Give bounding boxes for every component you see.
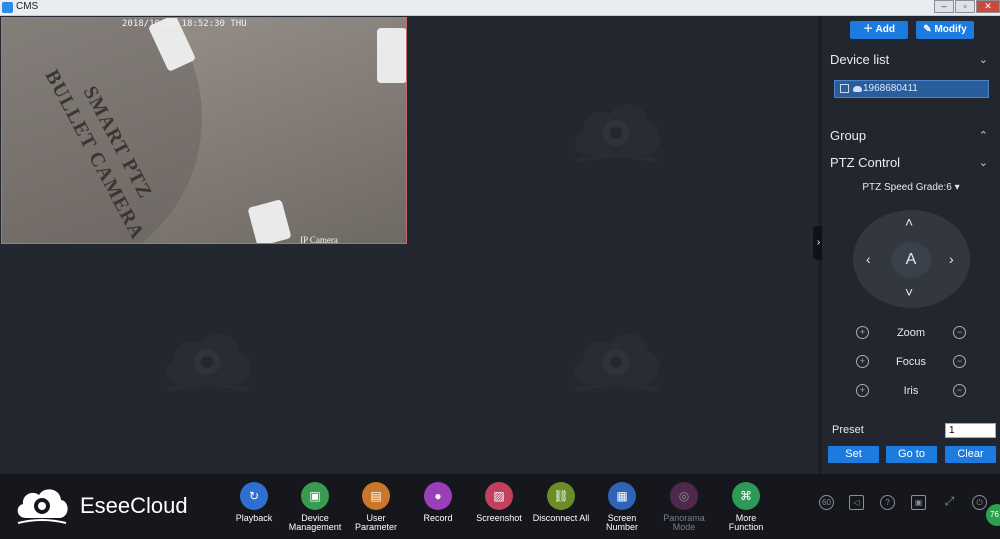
video-cell-2[interactable] — [410, 17, 816, 244]
caret-down-icon: ▾ — [954, 182, 960, 193]
eseecloud-watermark-icon — [165, 333, 251, 392]
preset-clear-button[interactable]: Clear — [945, 446, 996, 463]
more-function-label: More Function — [728, 513, 764, 532]
title-bar: CMS – ▫ ✕ — [0, 0, 1000, 16]
add-button-label: Add — [875, 24, 895, 35]
device-management-label: Device Management — [288, 513, 342, 532]
osd-timestamp: 2018/10/25 18:52:30 THU — [122, 19, 247, 29]
eseecloud-logo-icon — [17, 489, 68, 524]
screen-number-label: Screen Number — [605, 513, 638, 532]
sidebar: ＋ Add ✎ Modify Device list ⌄ 1968680411 … — [822, 16, 1000, 474]
ptz-speed-label: PTZ Speed Grade:6 — [862, 182, 952, 193]
device-list-item[interactable]: 1968680411 — [834, 80, 989, 98]
device-list-label: Device list — [830, 52, 890, 67]
camera-edge — [377, 28, 406, 83]
eseecloud-watermark-icon — [574, 104, 660, 163]
help-icon[interactable]: ? — [880, 495, 895, 510]
close-button[interactable]: ✕ — [976, 0, 1000, 13]
playback-icon: ↻ — [240, 482, 268, 510]
screen-number-icon: ▦ — [608, 482, 636, 510]
focus-out-icon[interactable]: − — [953, 355, 966, 368]
osd-camera-name: IP Camera — [300, 235, 338, 244]
command-icon: ⌘ — [732, 482, 760, 510]
camera-icon[interactable]: ▣ — [911, 495, 926, 510]
iris-close-icon[interactable]: − — [953, 384, 966, 397]
fullscreen-icon[interactable]: ⤢ — [942, 495, 957, 510]
zoom-label: Zoom — [896, 327, 926, 339]
preset-label: Preset — [832, 424, 864, 436]
more-function-button[interactable]: ⌘ More Function — [710, 482, 782, 532]
ptz-speed-select[interactable]: PTZ Speed Grade:6 ▾ — [822, 182, 1000, 193]
focus-label: Focus — [896, 356, 926, 368]
expand-icon — [840, 84, 849, 93]
ptz-control-label: PTZ Control — [830, 155, 901, 170]
iris-row: + Iris − — [822, 382, 1000, 400]
add-button[interactable]: ＋ Add — [850, 21, 908, 39]
ptz-control-header[interactable]: PTZ Control ⌄ — [822, 151, 1000, 175]
device-list-header[interactable]: Device list ⌄ — [822, 48, 1000, 72]
chevron-up-icon: ⌃ — [978, 130, 988, 142]
ptz-up-button[interactable]: ˄ — [905, 214, 913, 230]
video-cell-4[interactable] — [410, 246, 816, 473]
group-label: Group — [830, 128, 867, 143]
eseecloud-watermark-icon — [574, 333, 660, 392]
minimize-button[interactable]: – — [934, 0, 954, 13]
link-broken-icon: ⛓ — [547, 482, 575, 510]
panorama-icon: ◎ — [670, 482, 698, 510]
plus-icon: ＋ — [863, 24, 876, 35]
preset-input[interactable]: 1 — [945, 423, 996, 438]
device-management-icon: ▣ — [301, 482, 329, 510]
group-header[interactable]: Group ⌃ — [822, 124, 1000, 148]
brand-name: EseeCloud — [80, 493, 188, 518]
zoom-out-icon[interactable]: − — [953, 326, 966, 339]
chevron-down-icon: ⌄ — [978, 157, 988, 169]
video-cell-3[interactable] — [1, 246, 407, 473]
video-cell-1[interactable]: SMART PTZ BULLET CAMERA 2018/10/25 18:52… — [1, 17, 407, 244]
cloud-icon — [853, 86, 862, 92]
user-parameter-label: User Parameter — [354, 513, 398, 532]
window-title: CMS — [16, 1, 39, 12]
status-badge: 76 — [986, 504, 1000, 526]
preset-goto-button[interactable]: Go to — [886, 446, 937, 463]
maximize-button[interactable]: ▫ — [955, 0, 975, 13]
chevron-down-icon: ⌄ — [978, 54, 988, 66]
focus-row: + Focus − — [822, 353, 1000, 371]
ptz-left-button[interactable]: ‹ — [866, 251, 871, 267]
screenshot-icon: ▨ — [485, 482, 513, 510]
user-parameter-icon: ▤ — [362, 482, 390, 510]
app-icon — [2, 2, 13, 13]
fps-icon[interactable]: 60 — [819, 495, 834, 510]
panorama-mode-label: Panorama Mode — [663, 513, 705, 532]
record-icon: ● — [424, 482, 452, 510]
volume-icon[interactable]: ◁ — [849, 495, 864, 510]
ptz-down-button[interactable]: ˅ — [905, 284, 913, 300]
device-id: 1968680411 — [863, 83, 918, 94]
preset-set-button[interactable]: Set — [828, 446, 879, 463]
ptz-auto-button[interactable]: A — [891, 242, 931, 278]
ptz-right-button[interactable]: › — [949, 251, 954, 267]
video-grid: SMART PTZ BULLET CAMERA 2018/10/25 18:52… — [0, 16, 818, 490]
bottom-toolbar: EseeCloud ↻ Playback ▣ Device Management… — [0, 474, 1000, 539]
edit-icon: ✎ — [923, 24, 935, 35]
iris-label: Iris — [903, 385, 919, 397]
modify-button[interactable]: ✎ Modify — [916, 21, 974, 39]
modify-button-label: Modify — [934, 24, 967, 35]
power-icon[interactable]: ⏻ — [972, 495, 987, 510]
zoom-row: + Zoom − — [822, 324, 1000, 342]
